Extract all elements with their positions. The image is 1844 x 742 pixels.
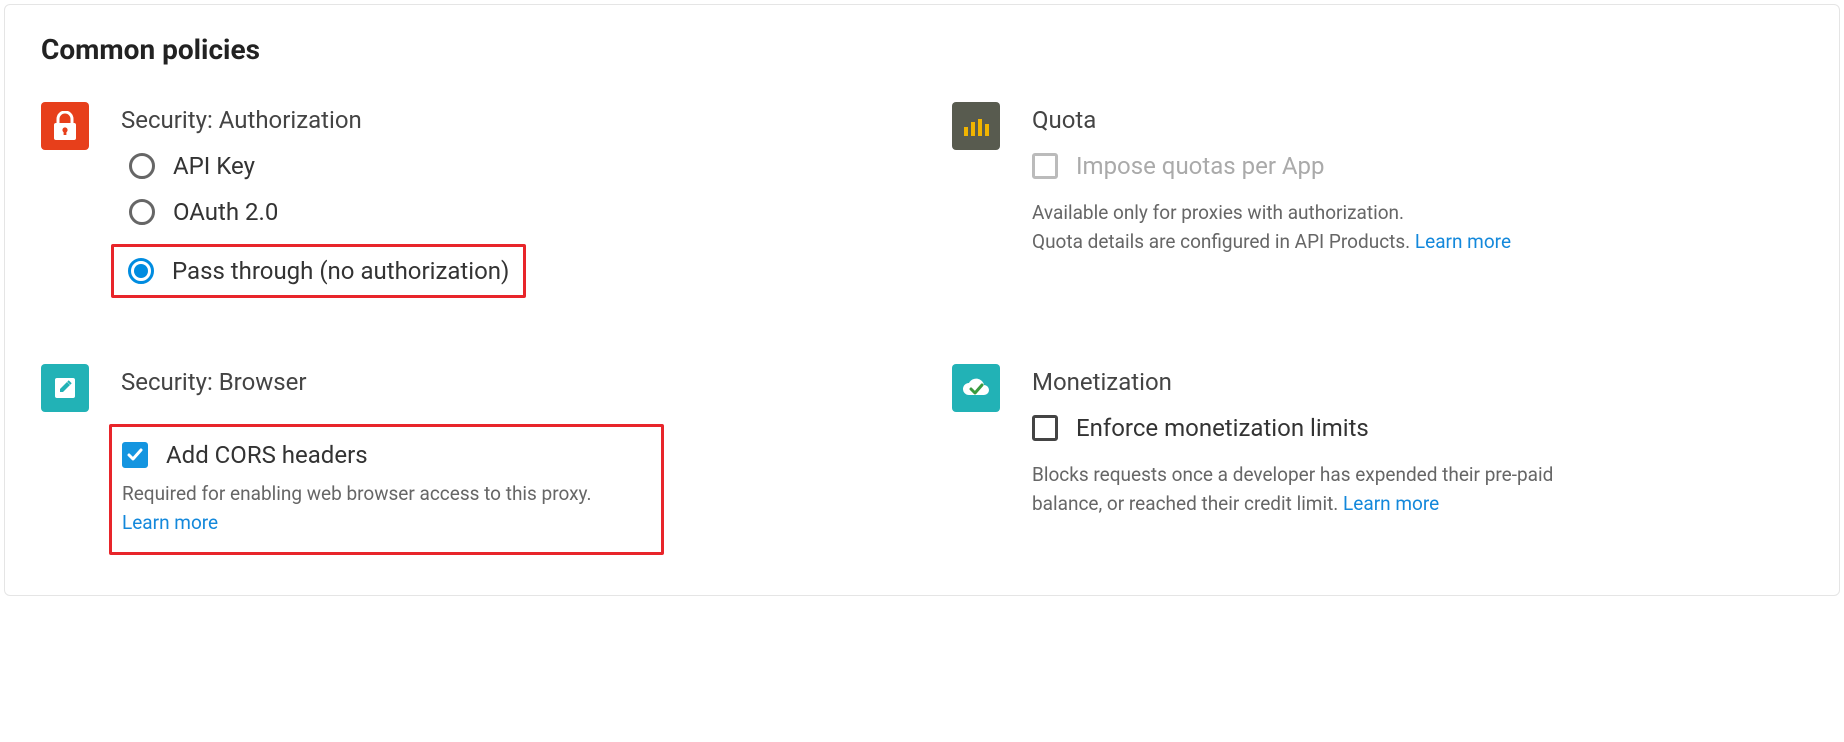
cloud-check-icon [952, 364, 1000, 412]
checkbox-icon-checked [122, 442, 148, 468]
cors-help: Required for enabling web browser access… [122, 482, 592, 505]
checkbox-enforce-monetization[interactable]: Enforce monetization limits [1032, 414, 1803, 442]
checkbox-impose-quotas: Impose quotas per App [1032, 152, 1803, 180]
monetization-title: Monetization [1032, 368, 1803, 396]
monetization-help-text: Blocks requests once a developer has exp… [1032, 460, 1592, 519]
policy-quota: Quota Impose quotas per App Available on… [952, 100, 1803, 298]
radio-icon [129, 199, 155, 225]
radio-label-oauth: OAuth 2.0 [173, 198, 278, 226]
quota-help-text: Available only for proxies with authoriz… [1032, 198, 1592, 257]
radio-icon [129, 153, 155, 179]
lock-icon [41, 102, 89, 150]
monetization-learn-more-link[interactable]: Learn more [1343, 492, 1439, 515]
checkbox-icon-disabled [1032, 153, 1058, 179]
cors-checkbox-label: Add CORS headers [166, 441, 368, 469]
radio-api-key[interactable]: API Key [129, 152, 892, 180]
quota-help-line1: Available only for proxies with authoriz… [1032, 201, 1404, 224]
quota-checkbox-label: Impose quotas per App [1076, 152, 1325, 180]
bars-icon [952, 102, 1000, 150]
highlight-passthrough: Pass through (no authorization) [111, 244, 526, 298]
checkbox-add-cors[interactable]: Add CORS headers [122, 441, 641, 469]
security-auth-title: Security: Authorization [121, 106, 892, 134]
radio-label-api-key: API Key [173, 152, 255, 180]
policy-monetization: Monetization Enforce monetization limits… [952, 362, 1803, 555]
monetization-checkbox-label: Enforce monetization limits [1076, 414, 1369, 442]
policy-security-browser: Security: Browser Add CORS headers Requi… [41, 362, 892, 555]
cors-help-text: Required for enabling web browser access… [122, 479, 641, 538]
quota-help-line2: Quota details are configured in API Prod… [1032, 230, 1415, 253]
common-policies-panel: Common policies Security: Authorization … [4, 4, 1840, 596]
policy-security-authorization: Security: Authorization API Key OAuth 2.… [41, 100, 892, 298]
radio-passthrough[interactable]: Pass through (no authorization) [128, 257, 509, 285]
security-browser-title: Security: Browser [121, 368, 892, 396]
highlight-cors: Add CORS headers Required for enabling w… [109, 424, 664, 555]
monetization-help: Blocks requests once a developer has exp… [1032, 463, 1553, 515]
checkbox-icon [1032, 415, 1058, 441]
radio-oauth[interactable]: OAuth 2.0 [129, 198, 892, 226]
policies-grid: Security: Authorization API Key OAuth 2.… [41, 100, 1803, 555]
section-title: Common policies [41, 33, 1803, 66]
quota-learn-more-link[interactable]: Learn more [1415, 230, 1511, 253]
radio-icon-selected [128, 258, 154, 284]
cors-learn-more-link[interactable]: Learn more [122, 511, 218, 534]
pencil-icon [41, 364, 89, 412]
radio-label-passthrough: Pass through (no authorization) [172, 257, 509, 285]
quota-title: Quota [1032, 106, 1803, 134]
